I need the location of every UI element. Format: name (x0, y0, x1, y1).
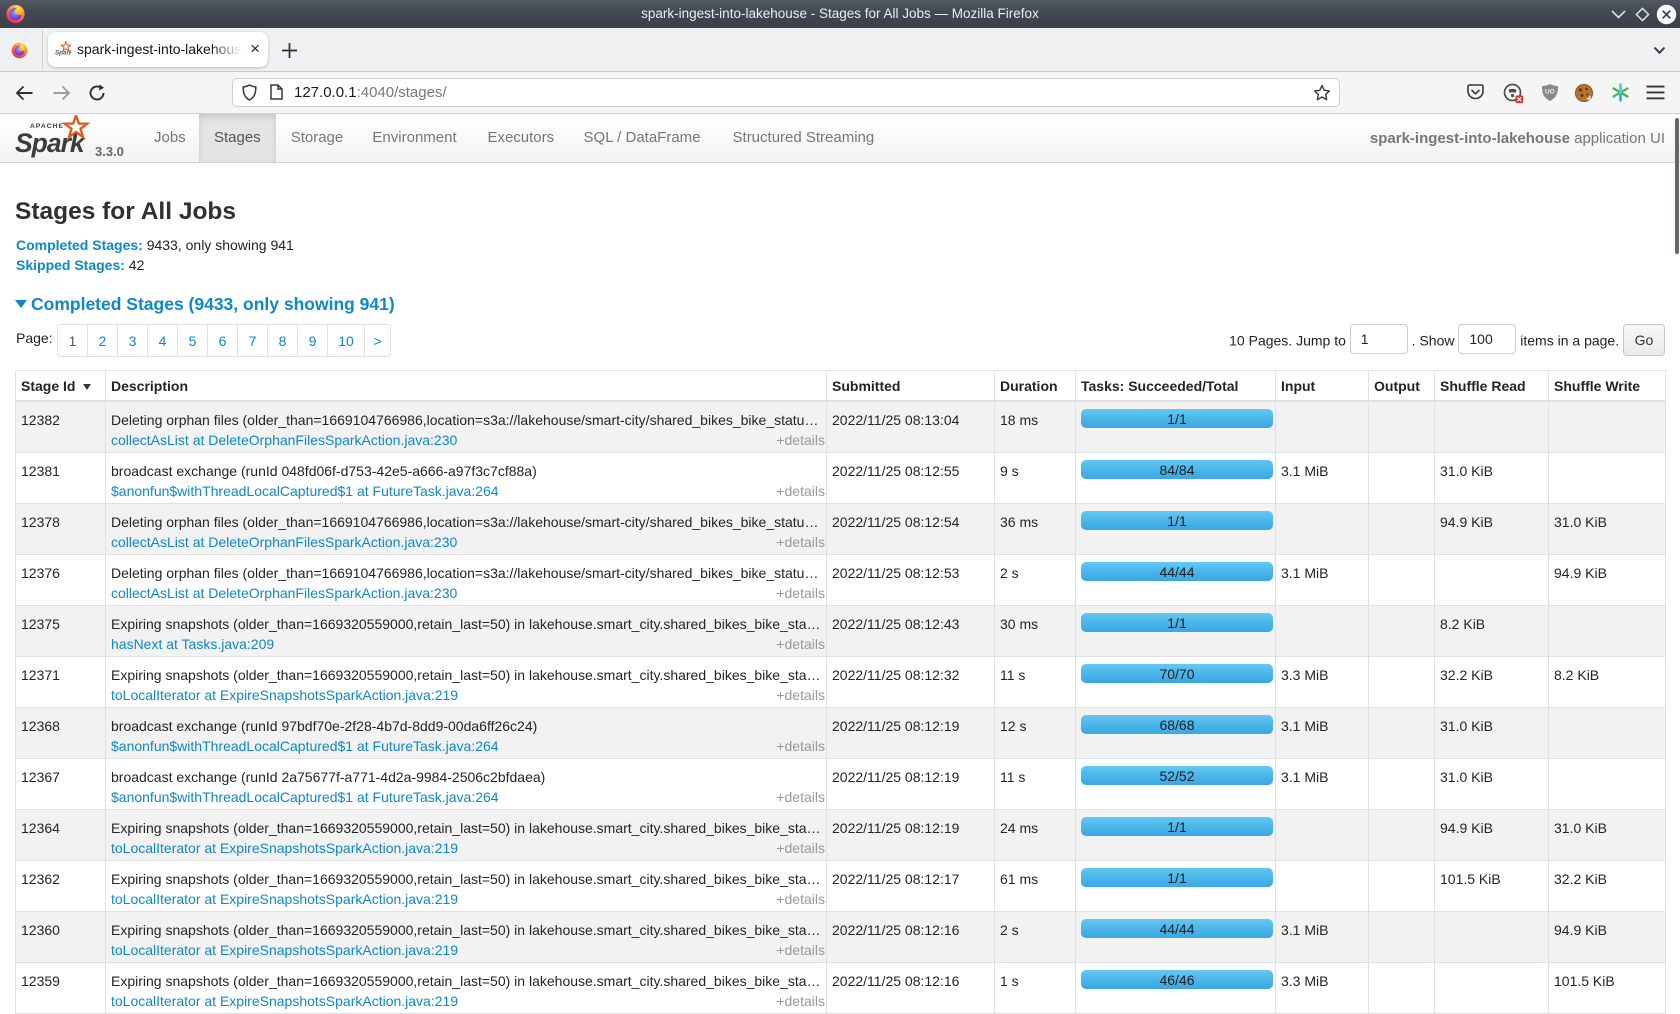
svg-text:Spark: Spark (55, 50, 71, 57)
svg-text:APACHE: APACHE (30, 123, 64, 130)
svg-text:UO: UO (1545, 89, 1555, 96)
